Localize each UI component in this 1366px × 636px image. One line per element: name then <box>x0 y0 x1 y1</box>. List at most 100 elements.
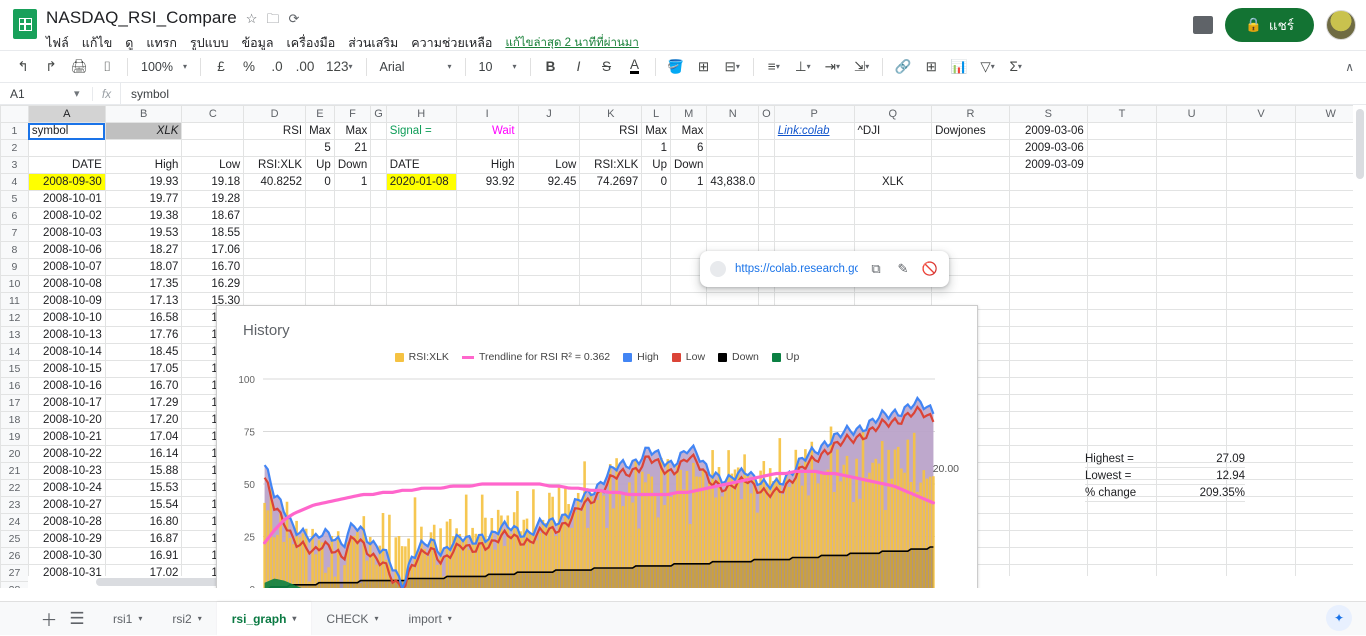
cell-P7[interactable] <box>774 225 854 242</box>
cell-T11[interactable] <box>1087 293 1157 310</box>
cell-C4[interactable]: 19.18 <box>182 174 244 191</box>
cell-I5[interactable] <box>456 191 518 208</box>
text-color-icon[interactable]: A <box>622 54 648 80</box>
cell-N6[interactable] <box>707 208 759 225</box>
column-header-L[interactable]: L <box>642 106 671 123</box>
cell-A6[interactable]: 2008-10-02 <box>28 208 105 225</box>
row-header-7[interactable]: 7 <box>1 225 29 242</box>
add-sheet-icon[interactable]: ＋ <box>34 604 64 634</box>
cell-O3[interactable] <box>759 157 775 174</box>
cell-A15[interactable]: 2008-10-15 <box>28 361 105 378</box>
cell-J5[interactable] <box>518 191 580 208</box>
cell-H9[interactable] <box>386 259 456 276</box>
cell-A17[interactable]: 2008-10-17 <box>28 395 105 412</box>
more-formats-select[interactable]: 123▾ <box>320 54 359 80</box>
paint-format-icon[interactable]: ⌷ <box>94 54 120 80</box>
cell-S10[interactable] <box>1009 276 1087 293</box>
cell-G5[interactable] <box>371 191 387 208</box>
cell-A1[interactable]: symbol <box>28 123 105 140</box>
cell-D7[interactable] <box>244 225 306 242</box>
cell-V13[interactable] <box>1226 327 1296 344</box>
legend-item-down[interactable]: Down <box>718 351 759 363</box>
cell-J8[interactable] <box>518 242 580 259</box>
cell-A10[interactable]: 2008-10-08 <box>28 276 105 293</box>
cell-F10[interactable] <box>334 276 370 293</box>
cell-U10[interactable] <box>1157 276 1227 293</box>
row-header-3[interactable]: 3 <box>1 157 29 174</box>
cell-H8[interactable] <box>386 242 456 259</box>
cell-L9[interactable] <box>642 259 671 276</box>
cell-F1[interactable]: Max <box>334 123 370 140</box>
cell-U16[interactable] <box>1157 378 1227 395</box>
cell-T10[interactable] <box>1087 276 1157 293</box>
cell-N7[interactable] <box>707 225 759 242</box>
cell-A12[interactable]: 2008-10-10 <box>28 310 105 327</box>
cell-D5[interactable] <box>244 191 306 208</box>
cell-B20[interactable]: 16.14 <box>105 446 182 463</box>
borders-icon[interactable]: ⊞ <box>691 54 717 80</box>
all-sheets-icon[interactable]: ☰ <box>62 604 92 634</box>
decrease-decimal-icon[interactable]: .0 <box>264 54 290 80</box>
cell-I2[interactable] <box>456 140 518 157</box>
avatar[interactable] <box>1326 10 1356 40</box>
cell-M2[interactable]: 6 <box>670 140 706 157</box>
chevron-down-icon[interactable]: ▾ <box>292 614 296 623</box>
cell-K2[interactable] <box>580 140 642 157</box>
cell-B15[interactable]: 17.05 <box>105 361 182 378</box>
cell-F2[interactable]: 21 <box>334 140 370 157</box>
column-header-V[interactable]: V <box>1226 106 1296 123</box>
vertical-scrollbar[interactable] <box>1353 105 1366 588</box>
cell-J6[interactable] <box>518 208 580 225</box>
row-header-15[interactable]: 15 <box>1 361 29 378</box>
column-header-T[interactable]: T <box>1087 106 1157 123</box>
link-url[interactable]: https://colab.research.go... <box>735 263 858 275</box>
cell-B6[interactable]: 19.38 <box>105 208 182 225</box>
cell-C8[interactable]: 17.06 <box>182 242 244 259</box>
cell-V10[interactable] <box>1226 276 1296 293</box>
cell-K10[interactable] <box>580 276 642 293</box>
cell-T6[interactable] <box>1087 208 1157 225</box>
cell-A2[interactable] <box>28 140 105 157</box>
cell-P5[interactable] <box>774 191 854 208</box>
filter-icon[interactable]: ▽▾ <box>974 54 1000 80</box>
cell-C7[interactable]: 18.55 <box>182 225 244 242</box>
cell-P4[interactable] <box>774 174 854 191</box>
cell-P2[interactable] <box>774 140 854 157</box>
cell-B24[interactable]: 16.80 <box>105 514 182 531</box>
cell-B5[interactable]: 19.77 <box>105 191 182 208</box>
cell-O5[interactable] <box>759 191 775 208</box>
cell-B17[interactable]: 17.29 <box>105 395 182 412</box>
zoom-select[interactable]: 100%▾ <box>135 55 193 79</box>
undo-icon[interactable]: ↰ <box>10 54 36 80</box>
cell-C6[interactable]: 18.67 <box>182 208 244 225</box>
cell-S23[interactable] <box>1009 497 1087 514</box>
row-header-13[interactable]: 13 <box>1 327 29 344</box>
row-header-18[interactable]: 18 <box>1 412 29 429</box>
select-all-corner[interactable] <box>1 106 29 123</box>
cell-K6[interactable] <box>580 208 642 225</box>
cell-Q2[interactable] <box>854 140 932 157</box>
cell-A9[interactable]: 2008-10-07 <box>28 259 105 276</box>
cell-N1[interactable] <box>707 123 759 140</box>
row-header-19[interactable]: 19 <box>1 429 29 446</box>
cell-T15[interactable] <box>1087 361 1157 378</box>
cell-S6[interactable] <box>1009 208 1087 225</box>
row-header-5[interactable]: 5 <box>1 191 29 208</box>
insert-link-icon[interactable]: 🔗 <box>890 54 916 80</box>
cell-E10[interactable] <box>306 276 335 293</box>
cell-U2[interactable] <box>1157 140 1227 157</box>
print-icon[interactable]: 🖨 <box>66 54 92 80</box>
cell-K1[interactable]: RSI <box>580 123 642 140</box>
cell-F5[interactable] <box>334 191 370 208</box>
column-header-A[interactable]: A <box>28 106 105 123</box>
bold-icon[interactable]: B <box>538 54 564 80</box>
cell-A18[interactable]: 2008-10-20 <box>28 412 105 429</box>
redo-icon[interactable]: ↱ <box>38 54 64 80</box>
cell-Q3[interactable] <box>854 157 932 174</box>
cell-K3[interactable]: RSI:XLK <box>580 157 642 174</box>
cell-T3[interactable] <box>1087 157 1157 174</box>
cell-S24[interactable] <box>1009 514 1087 531</box>
copy-icon[interactable]: ⧉ <box>867 260 885 278</box>
cell-N4[interactable]: 43,838.0 <box>707 174 759 191</box>
pencil-icon[interactable]: ✎ <box>894 260 912 278</box>
